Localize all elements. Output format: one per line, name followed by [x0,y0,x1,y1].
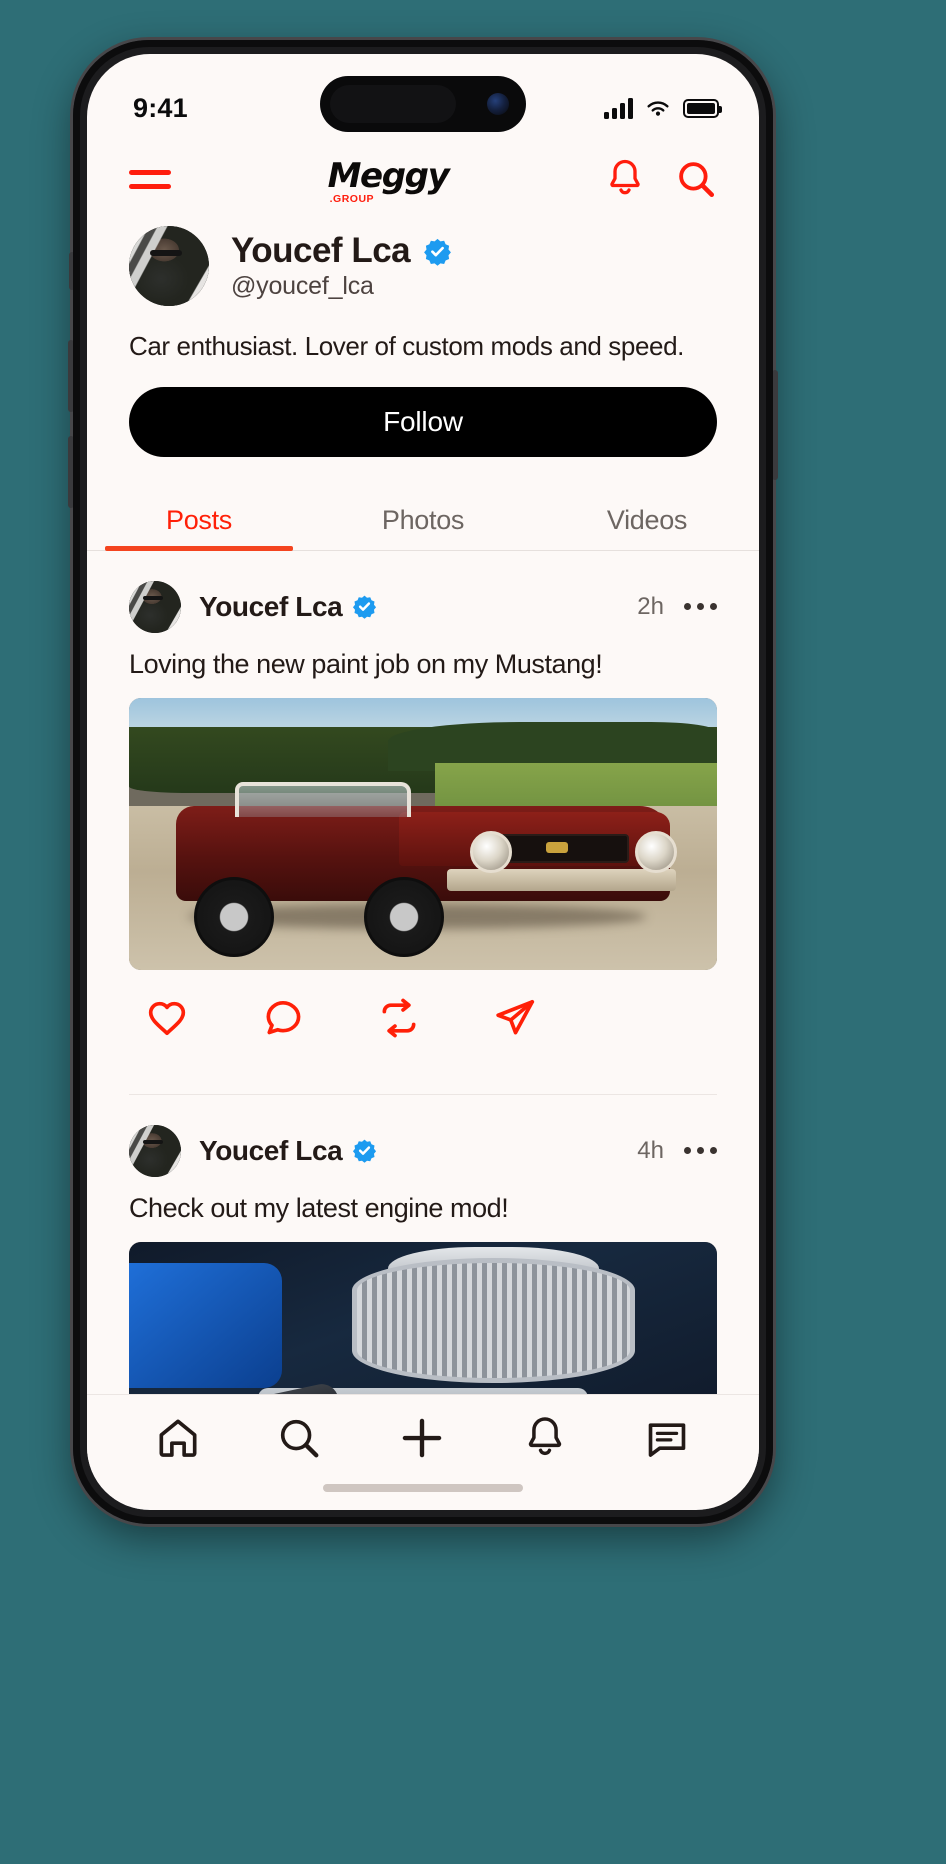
avatar-sunglasses [149,250,182,257]
bottom-navigation-bar [87,1394,759,1510]
search-icon[interactable] [675,157,717,201]
avatar[interactable] [129,580,181,633]
post-image[interactable] [129,697,717,970]
image-car-wheel-rear [193,877,274,958]
image-car-headlight-right [634,830,677,873]
avatar[interactable] [129,226,209,306]
status-indicators [604,97,722,119]
post-author-name: Youcef Lca [199,1134,343,1166]
avatar-image [129,226,209,306]
verified-badge-icon [352,1138,377,1163]
front-camera-lens-icon [487,93,509,115]
avatar-image [129,580,181,633]
profile-handle: @youcef_lca [231,272,374,300]
cellular-signal-icon [604,97,633,119]
tab-posts[interactable]: Posts [87,495,311,551]
post-item: Youcef Lca 2h Loving the new paint job o… [129,551,717,1068]
post-author-row: Youcef Lca [199,1135,377,1167]
post-actions [129,970,717,1068]
page-title: Youcef Lca [231,231,411,270]
image-car-emblem [546,841,569,853]
image-car-windshield [234,781,412,818]
avatar-sunglasses [142,1140,164,1145]
app-logo: Meggy .GROUP [327,156,450,204]
home-icon[interactable] [155,1415,201,1461]
bell-icon[interactable] [522,1414,568,1462]
profile-display-name-row: Youcef Lca [231,231,452,271]
message-icon[interactable] [643,1415,691,1461]
app-header: Meggy .GROUP [87,140,759,214]
heart-icon[interactable] [145,996,189,1040]
silent-switch[interactable] [69,252,75,290]
profile-bio: Car enthusiast. Lover of custom mods and… [129,331,684,361]
home-indicator [323,1484,523,1492]
volume-down-button[interactable] [68,436,74,508]
post-header: Youcef Lca 4h [129,1124,717,1177]
battery-icon [683,98,722,118]
image-air-filter [352,1257,635,1383]
tab-videos[interactable]: Videos [535,495,759,550]
post-text: Check out my latest engine mod! [129,1192,509,1223]
profile-section: Youcef Lca @youcef_lca Car enthusiast. L… [87,214,759,457]
wifi-icon [647,100,669,116]
image-car-headlight-left [470,830,513,873]
post-header: Youcef Lca 2h [129,580,717,633]
image-blue-panel [129,1263,282,1389]
avatar-sunglasses [142,596,164,601]
phone-device-frame: 9:41 Meggy .GROUP Youcef Lca @youcef_lca… [68,40,778,1524]
image-car-wheel-front [364,877,445,958]
logo-text: Meggy [327,156,450,196]
avatar[interactable] [129,1124,181,1177]
avatar-image [129,1124,181,1177]
bell-icon[interactable] [605,157,645,201]
send-paper-plane-icon[interactable] [493,996,537,1040]
search-icon[interactable] [276,1415,322,1461]
power-button[interactable] [772,370,778,480]
island-pill [330,85,456,123]
plus-icon[interactable] [397,1413,447,1463]
more-options-icon[interactable] [684,1147,717,1154]
post-timestamp: 2h [637,592,664,620]
profile-identity-row: Youcef Lca @youcef_lca [129,226,717,306]
status-time: 9:41 [133,92,188,123]
post-meta: 2h [637,593,717,621]
profile-names: Youcef Lca @youcef_lca [231,231,452,301]
profile-tabs: Posts Photos Videos [87,495,759,551]
status-bar: 9:41 [87,54,759,140]
dynamic-island [320,76,526,132]
phone-screen: 9:41 Meggy .GROUP Youcef Lca @youcef_lca… [87,54,759,1510]
screenshot-canvas: 9:41 Meggy .GROUP Youcef Lca @youcef_lca… [0,0,946,1864]
post-author-row: Youcef Lca [199,591,377,623]
repost-icon[interactable] [377,996,421,1040]
tab-photos[interactable]: Photos [311,495,535,550]
hamburger-menu-icon[interactable] [129,164,171,194]
image-car-bumper [446,868,676,891]
volume-up-button[interactable] [68,340,74,412]
post-meta: 4h [637,1137,717,1165]
verified-badge-icon [423,237,452,266]
verified-badge-icon [352,594,377,619]
logo-subtext: .GROUP [329,192,375,205]
post-feed: Youcef Lca 2h Loving the new paint job o… [87,551,759,1510]
comment-bubble-icon[interactable] [261,996,305,1040]
follow-button[interactable]: Follow [129,386,717,457]
post-timestamp: 4h [637,1136,664,1164]
post-author-name: Youcef Lca [199,590,343,622]
post-text: Loving the new paint job on my Mustang! [129,648,603,679]
more-options-icon[interactable] [684,603,717,610]
app-header-actions [605,157,717,201]
